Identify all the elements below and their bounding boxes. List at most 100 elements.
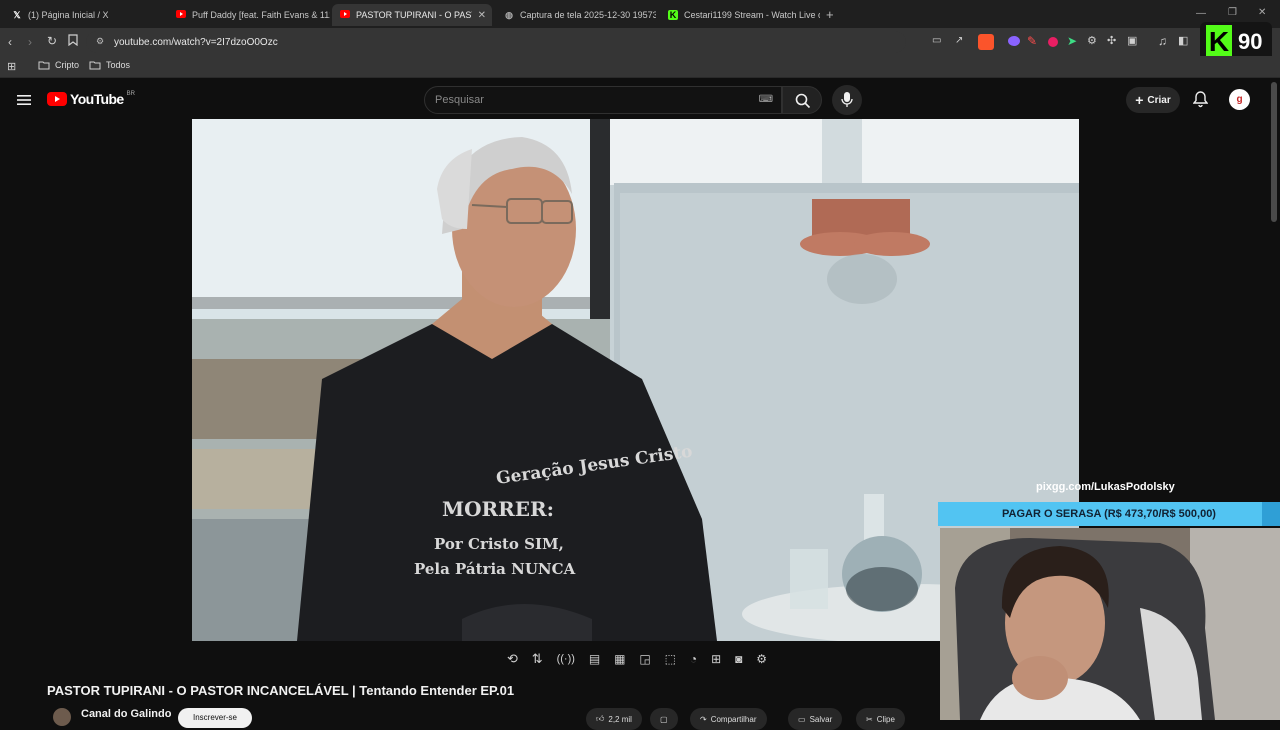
search-button[interactable]	[782, 86, 822, 114]
screenshot-camera-icon[interactable]: ◙	[735, 652, 742, 666]
like-count: 2,2 mil	[608, 714, 632, 724]
save-button[interactable]: ▭ Salvar	[788, 708, 843, 730]
tab-pastor-tupirani[interactable]: PASTOR TUPIRANI - O PASTOR I ✕	[332, 4, 492, 26]
dislike-icon: ▢	[660, 714, 668, 724]
settings-gear-icon[interactable]: ⚙	[756, 652, 767, 666]
save-icon: ▭	[798, 714, 806, 724]
clip-icon: ✂	[866, 714, 873, 724]
x-logo-icon: 𝕏	[13, 10, 21, 20]
add-frame-icon[interactable]: ⊞	[711, 652, 721, 666]
dislike-button[interactable]: ▢	[650, 708, 678, 730]
menu-hamburger-icon[interactable]	[17, 93, 31, 111]
close-tab-icon[interactable]: ✕	[478, 10, 486, 21]
clip-label: Clipe	[876, 714, 895, 724]
forward-icon[interactable]: ›	[28, 35, 32, 49]
address-url: youtube.com/watch?v=2I7dzoO0Ozc	[114, 36, 278, 48]
donation-goal-text: PAGAR O SERASA (R$ 473,70/R$ 500,00)	[1002, 508, 1216, 520]
avatar-letter: g	[1236, 94, 1243, 105]
globe-icon: ◍	[505, 10, 513, 20]
picture-in-picture-icon[interactable]: ◲	[639, 652, 650, 666]
webcam-overlay	[940, 528, 1280, 720]
extension-pen-icon[interactable]: ✎	[1027, 34, 1037, 48]
voice-search-button[interactable]	[832, 85, 862, 115]
shirt-text-line-4: Pela Pátria NUNCA	[414, 560, 576, 578]
notifications-bell-icon[interactable]	[1192, 91, 1209, 113]
tab-x-home[interactable]: 𝕏 (1) Página Inicial / X	[4, 4, 166, 26]
apps-grid-icon[interactable]: ⊞	[7, 60, 16, 73]
extension-ai-icon[interactable]	[1008, 36, 1020, 46]
webcam-image	[940, 528, 1280, 720]
bookmarks-bar	[0, 56, 1280, 78]
restore-icon[interactable]: ❐	[1228, 7, 1237, 18]
broadcast-icon[interactable]: ((·))	[557, 653, 575, 665]
search-icon	[795, 93, 811, 109]
avatar[interactable]: g	[1229, 89, 1250, 110]
bookmark-label: Cripto	[55, 60, 80, 70]
tab-screenshot[interactable]: ◍ Captura de tela 2025-12-30 195730.p	[496, 4, 656, 26]
tab-label: PASTOR TUPIRANI - O PASTOR I	[356, 10, 472, 20]
brave-shield-icon[interactable]	[978, 34, 994, 50]
keyboard-icon[interactable]: ⌨	[759, 94, 773, 105]
bookmark-label: Todos	[106, 60, 131, 70]
cast-icon[interactable]: ▭	[932, 35, 941, 46]
extension-record-icon[interactable]	[1048, 37, 1058, 47]
tab-label: Puff Daddy [feat. Faith Evans & 112]	[192, 10, 330, 20]
site-info-icon[interactable]: ⚙	[96, 36, 104, 47]
shirt-text-line-3: Por Cristo SIM,	[434, 535, 564, 553]
extension-arrow-icon[interactable]: ➤	[1067, 34, 1077, 48]
shirt-text-line-2: MORRER:	[442, 497, 554, 521]
film-icon[interactable]: ▦	[614, 652, 625, 666]
back-icon[interactable]: ‹	[8, 35, 12, 49]
create-label: Criar	[1147, 94, 1171, 106]
reload-icon[interactable]: ↻	[47, 34, 57, 48]
extension-gear-icon[interactable]: ⚙	[1087, 34, 1097, 47]
youtube-wordmark: YouTube	[70, 91, 124, 107]
video-settings-icon[interactable]: ▤	[589, 652, 600, 666]
viewer-count: 90	[1238, 29, 1263, 54]
loop-icon[interactable]: ⟲	[507, 651, 518, 667]
bookmark-folder-cripto[interactable]: Cripto	[38, 60, 79, 70]
tab-puff-daddy[interactable]: Puff Daddy [feat. Faith Evans & 112]	[168, 4, 330, 26]
search-placeholder: Pesquisar	[435, 94, 484, 106]
window-close-icon[interactable]: ✕	[1258, 7, 1266, 18]
address-bar[interactable]: ⚙ youtube.com/watch?v=2I7dzoO0Ozc	[86, 31, 906, 53]
search-input[interactable]: Pesquisar ⌨	[424, 86, 782, 114]
extensions-puzzle-icon[interactable]: ✣	[1107, 34, 1116, 47]
subscribe-button[interactable]: Inscrever-se	[178, 708, 252, 728]
bookmark-icon[interactable]	[68, 34, 78, 46]
plus-icon: +	[1135, 92, 1144, 108]
speedometer-icon[interactable]: ◔	[690, 652, 697, 666]
player-controls-row: ⟲ ⇅ ((·)) ▤ ▦ ◲ ⬚ ◔ ⊞ ◙ ⚙	[500, 647, 774, 671]
tab-kick-stream[interactable]: K Cestari1199 Stream - Watch Live on K	[660, 4, 820, 26]
tab-label: Captura de tela 2025-12-30 195730.p	[520, 10, 656, 20]
youtube-play-icon	[47, 92, 67, 106]
like-button[interactable]: 👍︎ 2,2 mil	[586, 708, 642, 730]
extension-box-icon[interactable]: ▣	[1127, 34, 1137, 47]
new-tab-button[interactable]: +	[826, 7, 834, 22]
youtube-logo[interactable]: YouTube BR	[47, 91, 135, 107]
channel-avatar[interactable]	[53, 708, 71, 726]
folder-icon	[89, 61, 101, 70]
save-label: Salvar	[809, 714, 833, 724]
share-page-icon[interactable]: ↗	[955, 35, 963, 46]
minimize-icon[interactable]: —	[1196, 8, 1206, 19]
share-label: Compartilhar	[710, 714, 757, 724]
microphone-icon	[841, 92, 853, 107]
media-control-icon[interactable]: ♫	[1158, 34, 1167, 48]
share-button[interactable]: ↷ Compartilhar	[690, 708, 767, 730]
folder-icon	[38, 61, 50, 70]
create-button[interactable]: + Criar	[1126, 87, 1180, 113]
tab-label: Cestari1199 Stream - Watch Live on K	[684, 10, 820, 20]
donation-url: pixgg.com/LukasPodolsky	[1036, 481, 1175, 493]
like-icon: 👍︎	[596, 714, 605, 723]
tab-label: (1) Página Inicial / X	[28, 10, 109, 20]
video-title: PASTOR TUPIRANI - O PASTOR INCANCELÁVEL …	[47, 683, 515, 698]
youtube-icon	[340, 10, 350, 20]
bookmark-folder-todos[interactable]: Todos	[89, 60, 130, 70]
clip-button[interactable]: ✂ Clipe	[856, 708, 905, 730]
speed-sort-icon[interactable]: ⇅	[532, 651, 543, 667]
channel-name[interactable]: Canal do Galindo	[81, 708, 171, 720]
page-scrollbar[interactable]	[1271, 82, 1277, 222]
sidebar-toggle-icon[interactable]: ◧	[1178, 34, 1188, 47]
crop-icon[interactable]: ⬚	[665, 652, 676, 666]
